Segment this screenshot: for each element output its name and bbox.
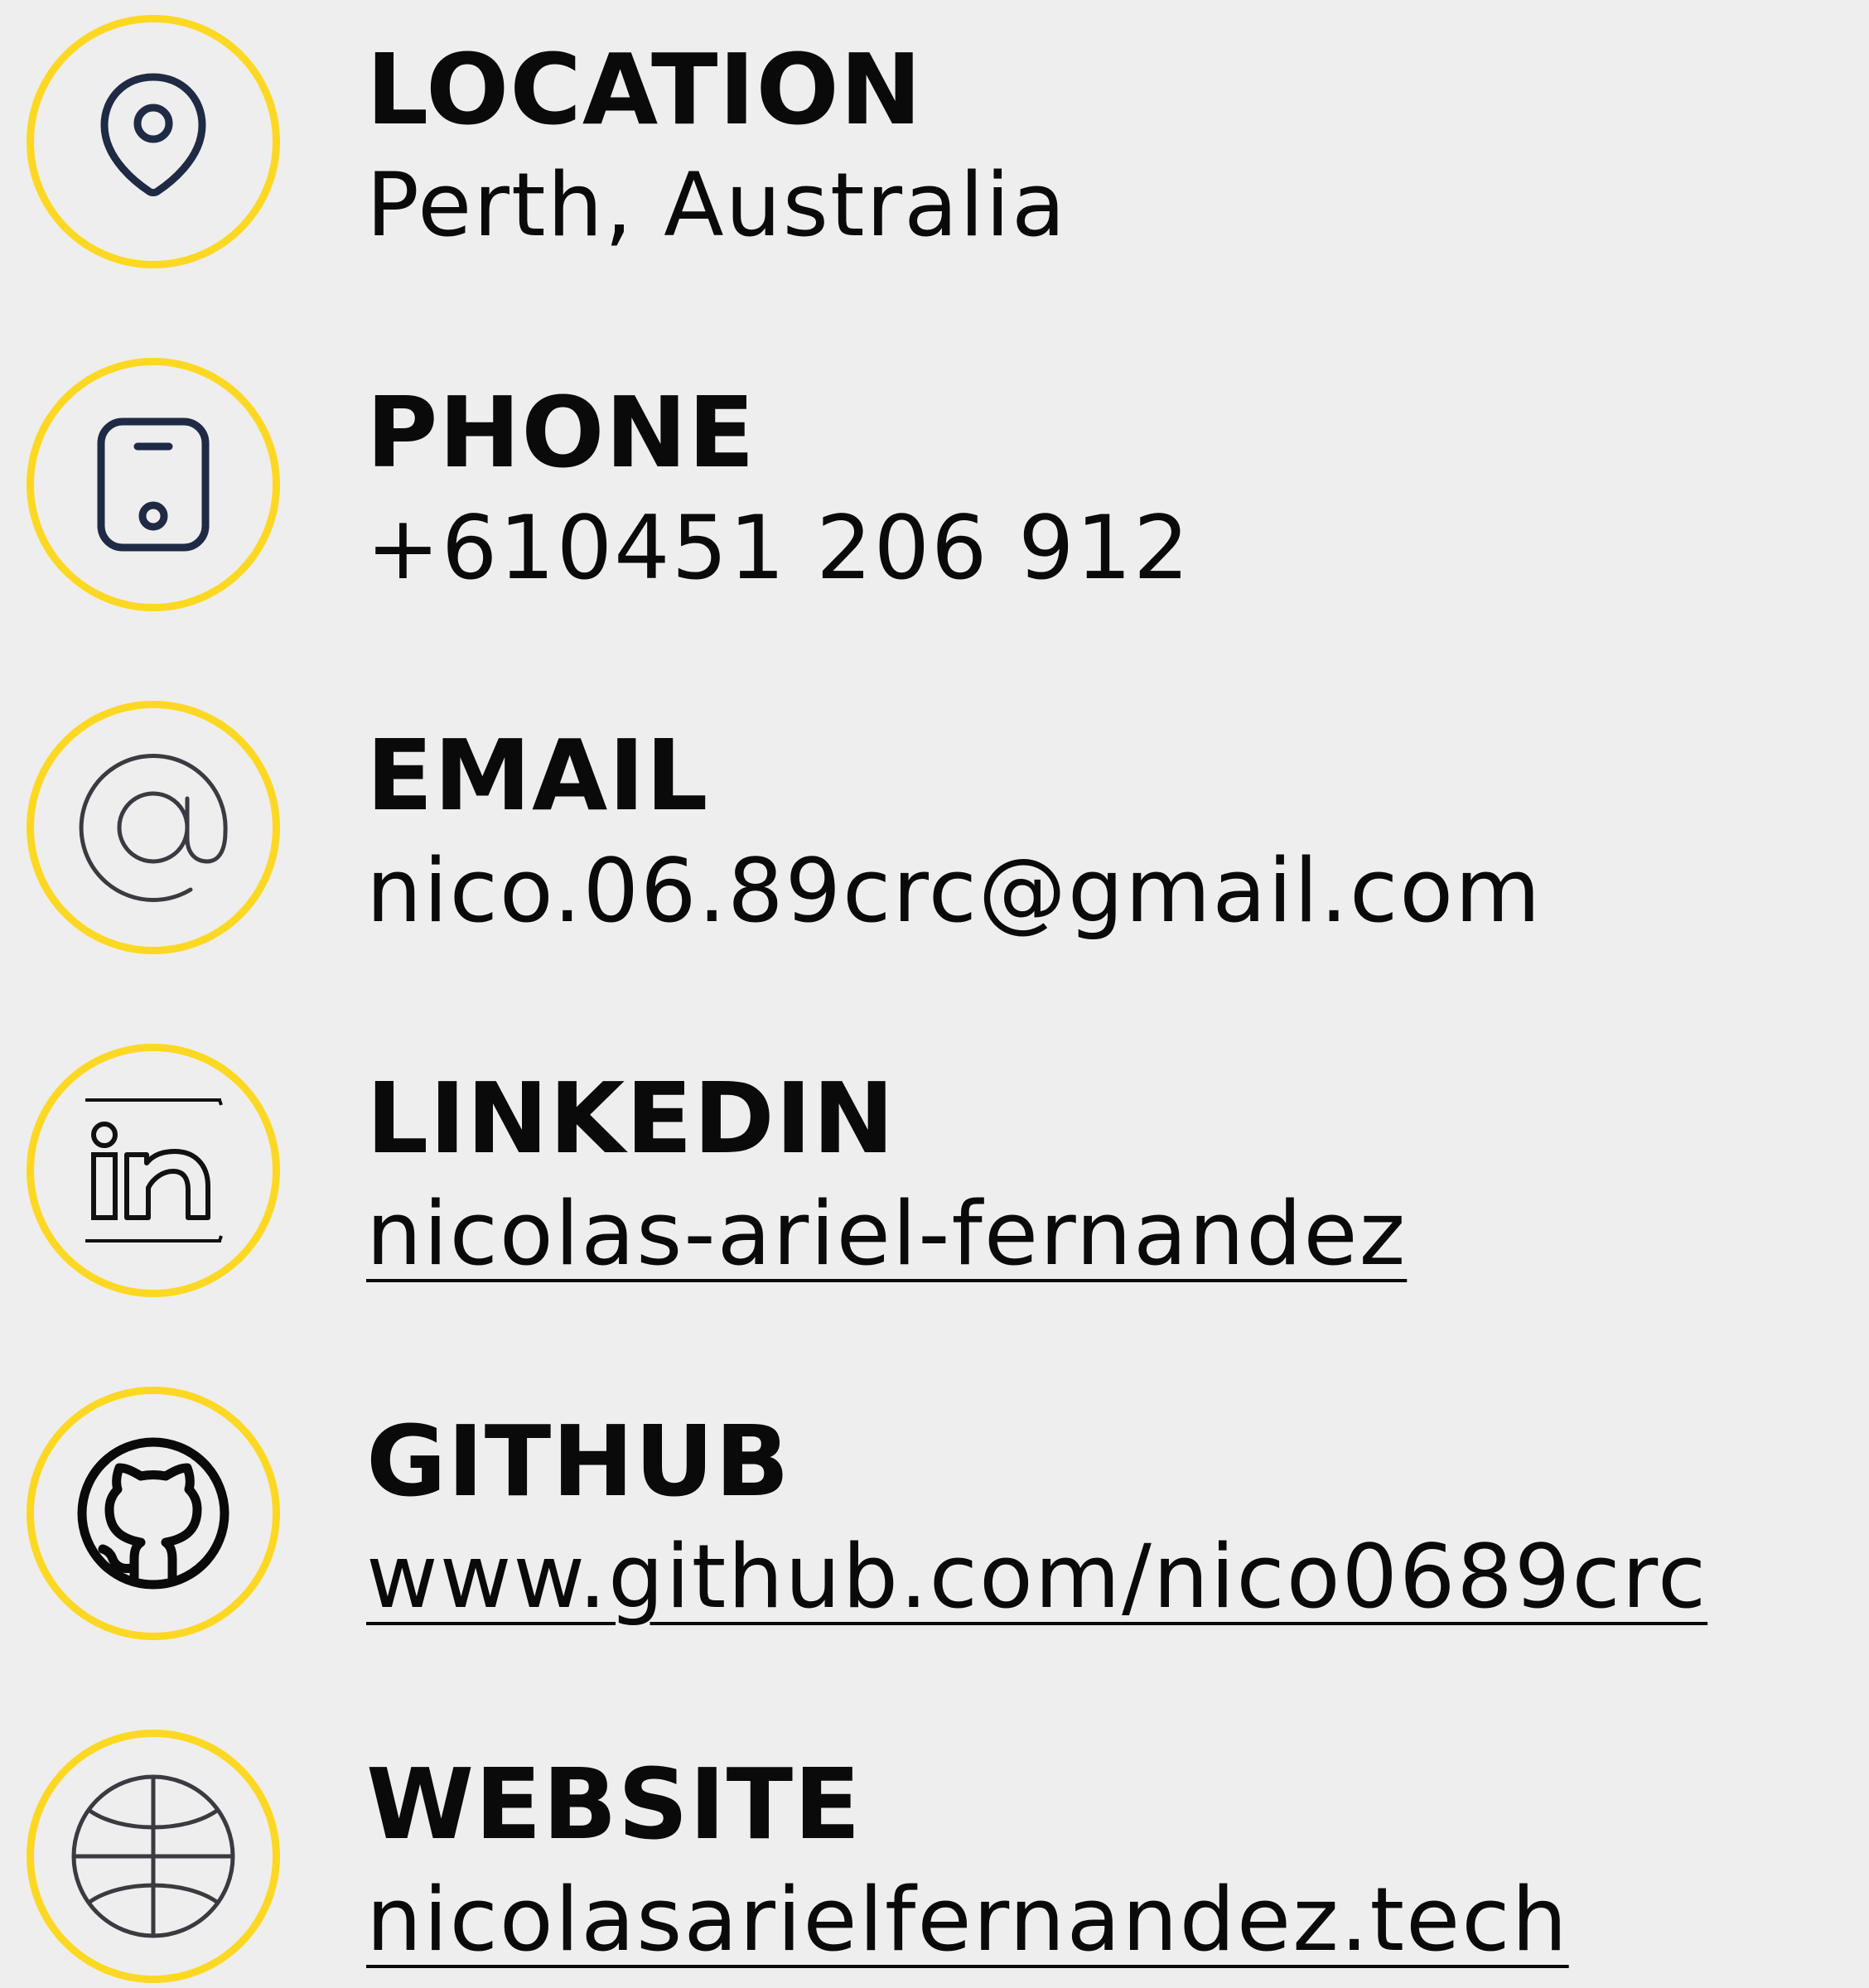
location-value: Perth, Australia [366, 154, 1067, 256]
github-label: GITHUB [366, 1404, 790, 1518]
linkedin-icon [85, 1098, 223, 1242]
website-icon-ring [27, 1730, 280, 1983]
linkedin-label: LINKEDIN [366, 1061, 896, 1175]
contact-item-email: EMAIL nico.06.89crc@gmail.com [0, 686, 1869, 959]
contact-list: LOCATION Perth, Australia PHONE +610451 … [0, 0, 1869, 1983]
globe-icon [71, 1774, 235, 1938]
email-value[interactable]: nico.06.89crc@gmail.com [366, 833, 1542, 949]
location-label: LOCATION [366, 32, 923, 147]
website-link[interactable]: nicolasarielfernandez.tech [366, 1862, 1569, 1978]
phone-label: PHONE [366, 375, 756, 490]
phone-text: PHONE +610451 206 912 [366, 374, 1191, 606]
contact-item-linkedin: LINKEDIN nicolas-ariel-fernandez [0, 1029, 1869, 1302]
contact-item-github: GITHUB www.github.com/nico0689crc [0, 1372, 1869, 1645]
location-text: LOCATION Perth, Australia [366, 31, 1067, 263]
email-label: EMAIL [366, 718, 709, 832]
website-text: WEBSITE nicolasarielfernandez.tech [366, 1746, 1569, 1978]
map-pin-icon [100, 73, 206, 196]
github-text: GITHUB www.github.com/nico0689crc [366, 1403, 1707, 1635]
mobile-phone-icon [97, 417, 210, 552]
github-link[interactable]: www.github.com/nico0689crc [366, 1519, 1707, 1635]
phone-value: +610451 206 912 [366, 497, 1191, 599]
contact-item-location: LOCATION Perth, Australia [0, 0, 1869, 273]
location-icon-ring [27, 15, 280, 268]
email-text: EMAIL nico.06.89crc@gmail.com [366, 717, 1542, 949]
contact-item-phone: PHONE +610451 206 912 [0, 343, 1869, 616]
linkedin-icon-ring [27, 1044, 280, 1297]
website-label: WEBSITE [366, 1747, 862, 1861]
email-icon-ring [27, 701, 280, 954]
github-icon [77, 1437, 229, 1590]
github-icon-ring [27, 1387, 280, 1640]
linkedin-text: LINKEDIN nicolas-ariel-fernandez [366, 1060, 1407, 1292]
contact-item-website: WEBSITE nicolasarielfernandez.tech [0, 1715, 1869, 1988]
phone-icon-ring [27, 358, 280, 611]
at-sign-icon [79, 754, 228, 902]
linkedin-link[interactable]: nicolas-ariel-fernandez [366, 1176, 1407, 1292]
